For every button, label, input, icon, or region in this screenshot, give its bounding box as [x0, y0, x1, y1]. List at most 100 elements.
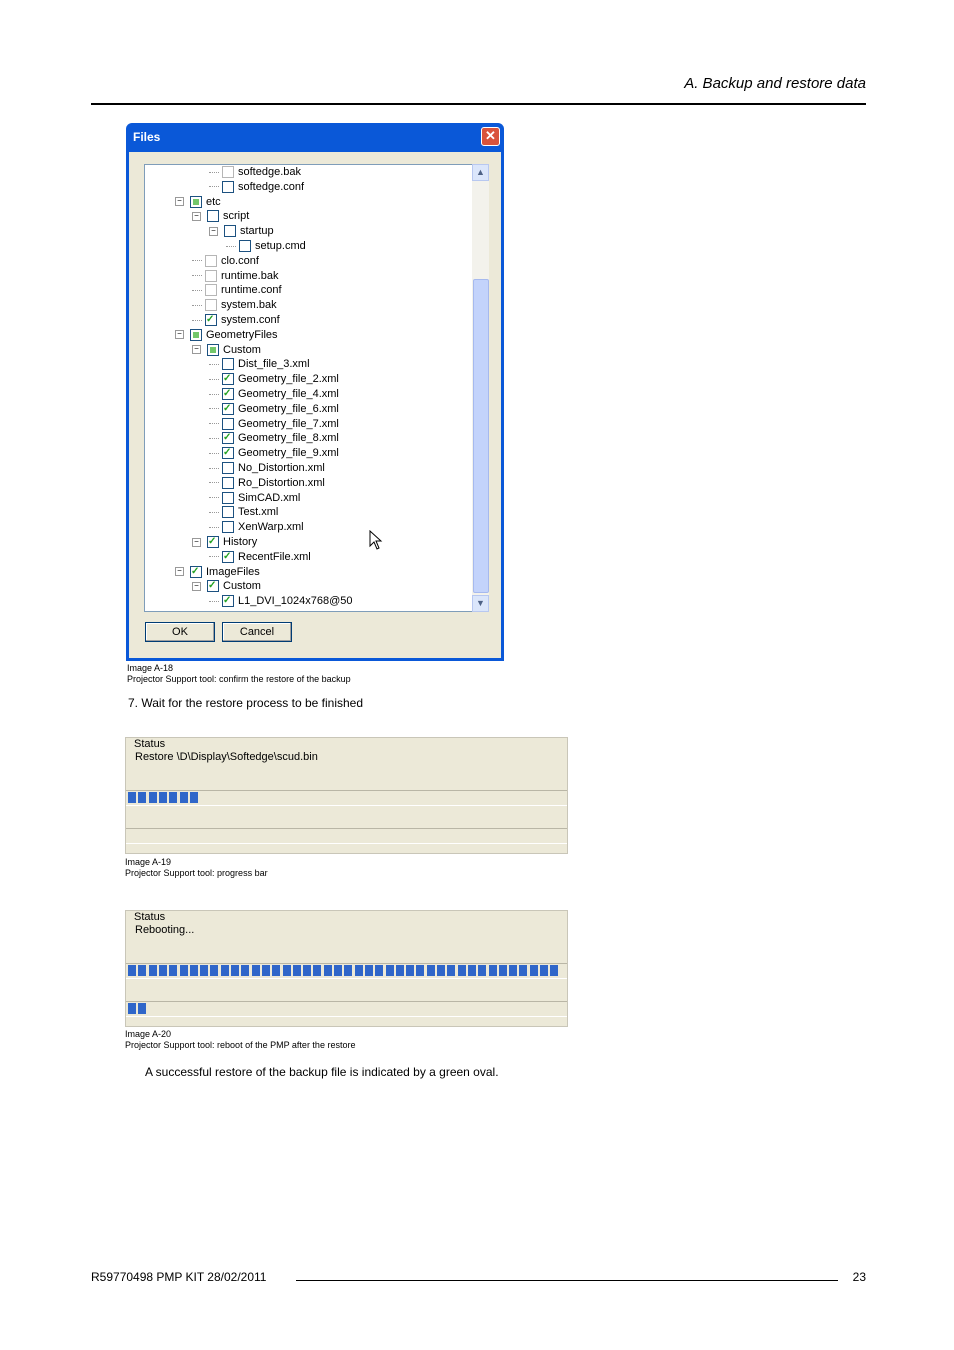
tree-checkbox[interactable] [222, 549, 234, 564]
tree-item[interactable]: setup.cmd [226, 239, 306, 254]
caption-text: Projector Support tool: reboot of the PM… [125, 1040, 356, 1050]
tree-checkbox[interactable] [224, 225, 236, 238]
tree-checkbox[interactable] [222, 180, 234, 193]
tree-checkbox[interactable] [222, 417, 234, 430]
ok-button[interactable]: OK [145, 622, 215, 642]
tree-checkbox[interactable] [222, 491, 234, 504]
tree-checkbox[interactable] [205, 299, 217, 312]
tree-item-label: Test.xml [238, 506, 279, 519]
section-title: A. Backup and restore data [684, 75, 866, 92]
body-paragraph: A successful restore of the backup file … [145, 1065, 499, 1079]
tree-checkbox[interactable] [207, 578, 219, 593]
tree-item-label: etc [206, 195, 221, 208]
tree-item[interactable]: − GeometryFiles [175, 328, 278, 343]
tree-item[interactable]: − Custom [192, 578, 261, 594]
tree-checkbox[interactable] [222, 521, 234, 534]
tree-item[interactable]: Geometry_file_7.xml [209, 417, 339, 432]
progress-segment [148, 792, 157, 803]
collapse-icon[interactable]: − [209, 226, 218, 236]
collapse-icon[interactable]: − [175, 197, 184, 207]
tree-item[interactable]: − etc [175, 195, 221, 210]
tree-checkbox[interactable] [222, 445, 234, 460]
tree-item[interactable]: Geometry_file_6.xml [209, 401, 339, 417]
progress-segment [540, 965, 548, 976]
collapse-icon[interactable]: − [175, 567, 184, 577]
tree-checkbox[interactable] [222, 476, 234, 489]
tree-item[interactable]: system.conf [192, 312, 280, 328]
tree-checkbox[interactable] [222, 401, 234, 416]
tree-checkbox[interactable] [190, 195, 202, 208]
tree-scrollbar[interactable]: ▲ ▼ [472, 164, 489, 612]
tree-connector [209, 482, 219, 484]
tree-checkbox[interactable] [239, 240, 251, 253]
tree-item[interactable]: clo.conf [192, 254, 259, 269]
tree-checkbox[interactable] [222, 593, 234, 608]
tree-item[interactable]: Geometry_file_4.xml [209, 386, 339, 402]
tree-item[interactable]: SimCAD.xml [209, 491, 300, 506]
progress-segment [303, 965, 312, 976]
close-icon[interactable]: ✕ [481, 127, 500, 146]
tree-checkbox[interactable] [222, 462, 234, 475]
tree-item[interactable]: RecentFile.xml [209, 549, 311, 565]
tree-item[interactable]: runtime.conf [192, 283, 282, 298]
tree-item[interactable]: system.bak [192, 298, 277, 313]
page-number: 23 [852, 1270, 866, 1284]
tree-checkbox[interactable] [222, 386, 234, 401]
tree-item[interactable]: softedge.conf [209, 180, 304, 195]
tree-checkbox[interactable] [190, 328, 202, 341]
tree-checkbox[interactable] [190, 564, 202, 579]
dialog-body: softedge.bak softedge.conf − etc − script − sta… [129, 152, 501, 658]
tree-item-label: GeometryFiles [206, 328, 278, 341]
tree-item[interactable]: Geometry_file_2.xml [209, 371, 339, 387]
progress-segment [282, 965, 291, 976]
collapse-icon[interactable]: − [192, 537, 201, 547]
tree-item[interactable]: No_Distortion.xml [209, 461, 325, 476]
tree-item-label: XenWarp.xml [238, 521, 304, 534]
tree-item[interactable]: XenWarp.xml [209, 520, 304, 535]
tree-item[interactable]: − History [192, 534, 258, 550]
progress-segment [395, 965, 404, 976]
tree-item[interactable]: − ImageFiles [175, 564, 260, 580]
collapse-icon[interactable]: − [192, 581, 201, 591]
scroll-up-icon[interactable]: ▲ [472, 164, 489, 181]
progress-segment [189, 965, 198, 976]
progress-bar-lower [126, 828, 567, 844]
status-panel: Status Rebooting... [125, 910, 568, 1027]
tree-item[interactable]: Ro_Distortion.xml [209, 476, 325, 491]
tree-checkbox[interactable] [207, 343, 219, 356]
tree-item[interactable]: softedge.bak [209, 165, 301, 180]
tree-item[interactable]: Dist_file_3.xml [209, 357, 310, 372]
tree-item[interactable]: Test.xml [209, 505, 278, 520]
tree-item[interactable]: − Custom [192, 343, 261, 358]
tree-checkbox[interactable] [205, 269, 217, 282]
scroll-thumb[interactable] [473, 279, 489, 593]
tree-item-label: History [223, 536, 258, 548]
cancel-button[interactable]: Cancel [222, 622, 292, 642]
tree-item[interactable]: Geometry_file_8.xml [209, 430, 339, 446]
tree-checkbox[interactable] [205, 312, 217, 327]
tree-checkbox[interactable] [222, 358, 234, 371]
tree-connector [209, 378, 219, 380]
tree-checkbox[interactable] [205, 284, 217, 297]
tree-connector [209, 363, 219, 365]
tree-checkbox[interactable] [207, 534, 219, 549]
tree-item[interactable]: runtime.bak [192, 269, 278, 284]
tree-item[interactable]: Geometry_file_9.xml [209, 445, 339, 461]
collapse-icon[interactable]: − [175, 330, 184, 340]
tree-checkbox[interactable] [205, 254, 217, 267]
tree-checkbox[interactable] [222, 371, 234, 386]
progress-segment [158, 965, 167, 976]
tree-checkbox[interactable] [222, 166, 234, 179]
tree-item[interactable]: L1_DVI_1024x768@50 [209, 593, 353, 609]
caption-text: Projector Support tool: progress bar [125, 868, 268, 878]
tree-checkbox[interactable] [222, 430, 234, 445]
collapse-icon[interactable]: − [192, 345, 201, 355]
tree-checkbox[interactable] [222, 506, 234, 519]
tree-item[interactable]: − startup [209, 224, 274, 239]
collapse-icon[interactable]: − [192, 211, 201, 221]
tree-checkbox[interactable] [207, 210, 219, 223]
tree-item-label: Geometry_file_2.xml [238, 373, 339, 386]
tree-item[interactable]: − script [192, 209, 249, 224]
files-dialog: Files ✕ softedge.bak softedge.conf − etc − sc… [126, 123, 504, 661]
scroll-down-icon[interactable]: ▼ [472, 595, 489, 612]
